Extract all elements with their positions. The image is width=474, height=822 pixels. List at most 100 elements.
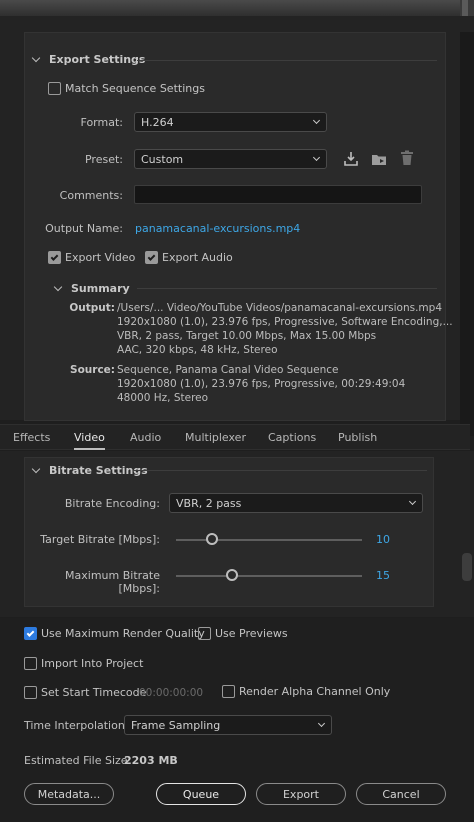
match-sequence-checkbox[interactable]: Match Sequence Settings [48,82,205,95]
import-preset-icon[interactable] [371,151,389,170]
summary-source-line: 1920x1080 (1.0), 23.976 fps, Progressive… [117,378,406,390]
import-into-project-checkbox[interactable]: Import Into Project [24,657,143,670]
max-bitrate-label: Maximum Bitrate [Mbps]: [65,569,160,595]
checkbox-box [145,251,158,264]
export-audio-checkbox[interactable]: Export Audio [145,251,233,264]
use-previews-checkbox[interactable]: Use Previews [198,627,288,640]
chevron-down-icon [408,497,417,506]
preset-value: Custom [141,152,184,166]
top-strip-bar [0,0,460,16]
match-sequence-label: Match Sequence Settings [65,82,205,95]
output-name-link[interactable]: panamacanal-excursions.mp4 [135,222,300,235]
summary-output-line: 1920x1080 (1.0), 23.976 fps, Progressive… [117,316,453,328]
window-top-strip [0,0,474,16]
tab-multiplexer[interactable]: Multiplexer [185,431,246,444]
max-bitrate-value[interactable]: 15 [376,569,390,582]
tab-video[interactable]: Video [74,431,105,450]
export-audio-label: Export Audio [162,251,233,264]
chevron-down-icon [312,153,321,162]
video-tab-content: Bitrate Settings Bitrate Encoding: VBR, … [0,451,474,617]
divider [133,470,427,471]
checkbox-box [48,82,61,95]
preset-label: Preset: [84,153,123,166]
export-settings-header[interactable]: Export Settings [31,53,146,66]
estimated-file-size-label: Estimated File Size: [24,754,132,767]
max-render-quality-label: Use Maximum Render Quality [41,627,205,640]
tab-publish[interactable]: Publish [338,431,377,444]
metadata-button-label: Metadata... [37,787,101,801]
export-settings-group: Export Settings Match Sequence Settings … [24,32,453,421]
output-name-label: Output Name: [45,222,123,235]
time-interpolation-dropdown[interactable]: Frame Sampling [124,715,332,735]
comments-field[interactable] [134,185,422,204]
divider [137,288,437,289]
set-start-timecode-label: Set Start Timecode [41,686,147,699]
summary-source-key: Source: [70,364,115,376]
save-preset-icon[interactable] [343,151,359,170]
queue-button-label: Queue [182,787,220,801]
target-bitrate-slider[interactable] [176,539,362,541]
checkbox-box [24,627,37,640]
checkbox-box [24,686,37,699]
time-interpolation-label: Time Interpolation: [24,719,129,732]
cancel-button-label: Cancel [382,787,420,801]
target-bitrate-slider-thumb[interactable] [206,533,218,545]
target-bitrate-value[interactable]: 10 [376,533,390,546]
summary-output-line: /Users/... Video/YouTube Videos/panamaca… [117,302,442,314]
estimated-file-size-value: 2203 MB [124,754,178,767]
export-video-checkbox[interactable]: Export Video [48,251,135,264]
checkbox-box [24,657,37,670]
cancel-button[interactable]: Cancel [356,783,446,805]
divider [137,60,437,61]
summary-title: Summary [71,282,130,295]
start-timecode-field[interactable]: 00:00:00:00 [139,687,203,699]
export-bottom-panel: Use Maximum Render Quality Use Previews … [0,618,470,822]
use-previews-label: Use Previews [215,627,288,640]
summary-output-line: VBR, 2 pass, Target 10.00 Mbps, Max 15.0… [117,330,377,342]
top-strip-edge [462,0,468,16]
queue-button[interactable]: Queue [156,783,246,805]
export-button-label: Export [282,787,319,801]
tab-audio[interactable]: Audio [130,431,161,444]
chevron-down-icon [312,116,321,125]
export-video-label: Export Video [65,251,136,264]
summary-source-line: Sequence, Panama Canal Video Sequence [117,364,339,376]
comments-label: Comments: [59,189,123,202]
chevron-down-icon [317,719,326,728]
bitrate-settings-group: Bitrate Settings Bitrate Encoding: VBR, … [24,457,434,607]
export-settings-title: Export Settings [49,53,146,66]
bitrate-settings-header[interactable]: Bitrate Settings [31,464,148,477]
summary-header[interactable]: Summary [53,282,130,295]
tab-effects[interactable]: Effects [13,431,50,444]
summary-output-key: Output: [69,302,115,314]
tab-captions[interactable]: Captions [268,431,316,444]
target-bitrate-label: Target Bitrate [Mbps]: [40,533,160,546]
summary-source-line: 48000 Hz, Stereo [117,392,209,404]
checkbox-box [222,685,235,698]
chevron-down-icon [31,464,41,474]
export-button[interactable]: Export [256,783,346,805]
checkmark-icon [147,252,156,261]
max-render-quality-checkbox[interactable]: Use Maximum Render Quality [24,627,205,640]
format-dropdown[interactable]: H.264 [134,112,327,132]
render-alpha-label: Render Alpha Channel Only [239,685,391,698]
render-alpha-checkbox[interactable]: Render Alpha Channel Only [222,685,390,698]
time-interpolation-value: Frame Sampling [131,718,221,732]
max-bitrate-slider-thumb[interactable] [226,569,238,581]
format-value: H.264 [141,115,174,129]
max-bitrate-slider[interactable] [176,575,362,577]
metadata-button[interactable]: Metadata... [24,783,114,805]
scrollbar-thumb[interactable] [462,553,472,581]
format-label: Format: [80,116,123,129]
panel-right-strip [460,32,474,436]
preset-dropdown[interactable]: Custom [134,149,327,169]
checkmark-icon [26,628,35,637]
chevron-down-icon [31,53,41,63]
summary-output-line: AAC, 320 kbps, 48 kHz, Stereo [117,344,278,356]
settings-tabs: Effects Video Audio Multiplexer Captions… [0,424,470,450]
checkmark-icon [50,252,59,261]
set-start-timecode-checkbox[interactable]: Set Start Timecode [24,686,146,699]
delete-preset-icon[interactable] [400,150,414,169]
bitrate-encoding-dropdown[interactable]: VBR, 2 pass [169,493,423,513]
checkbox-box [198,627,211,640]
